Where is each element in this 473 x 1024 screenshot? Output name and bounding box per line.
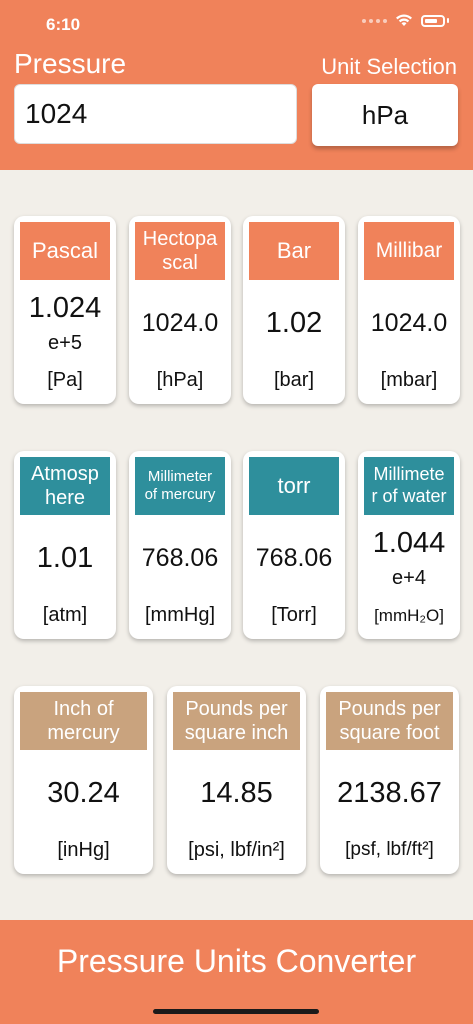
wifi-icon <box>396 14 412 26</box>
card-mmh2o: Millimete r of water 1.044 e+4 [mmH₂O] <box>358 451 460 639</box>
card-unit: [atm] <box>42 604 88 626</box>
card-value: 1.044 <box>372 527 446 559</box>
card-value: 1024.0 <box>370 309 448 337</box>
card-unit: [bar] <box>273 369 315 391</box>
card-atmosphere: Atmosp here 1.01 [atm] <box>14 451 116 639</box>
unit-selection-button[interactable]: hPa <box>312 84 458 146</box>
card-value: 30.24 <box>47 777 120 809</box>
card-value: 1024.0 <box>141 309 219 337</box>
card-millibar: Millibar 1024.0 [mbar] <box>358 216 460 404</box>
unit-selection-label: Unit Selection <box>321 54 457 79</box>
card-unit: [Pa] <box>47 369 83 391</box>
pressure-input[interactable]: 1024 <box>14 84 297 144</box>
footer-title: Pressure Units Converter <box>56 943 417 979</box>
card-unit: [Torr] <box>271 604 317 626</box>
card-unit: [mmHg] <box>145 604 215 626</box>
card-psf: Pounds per square foot 2138.67 [psf, lbf… <box>320 686 459 874</box>
card-psi: Pounds per square inch 14.85 [psi, lbf/i… <box>167 686 306 874</box>
card-title: Hectopa scal <box>135 222 225 280</box>
card-mmhg: Millimeter of mercury 768.06 [mmHg] <box>129 451 231 639</box>
card-title: Millimete r of water <box>364 457 454 515</box>
card-title: Atmosp here <box>20 457 110 515</box>
card-unit: [hPa] <box>156 369 204 391</box>
card-value: 1.024 <box>28 292 102 324</box>
card-value: 14.85 <box>200 777 273 809</box>
status-time: 6:10 <box>46 15 81 34</box>
card-value: 768.06 <box>255 544 333 572</box>
card-unit: [psf, lbf/ft²] <box>345 839 434 860</box>
card-title: Bar <box>249 222 339 280</box>
card-torr: torr 768.06 [Torr] <box>243 451 345 639</box>
card-unit: [psi, lbf/in²] <box>188 839 285 861</box>
card-hectopascal: Hectopa scal 1024.0 [hPa] <box>129 216 231 404</box>
card-title: torr <box>249 457 339 515</box>
pressure-label: Pressure <box>14 48 127 79</box>
status-icons <box>362 14 449 27</box>
card-value: 768.06 <box>141 544 219 572</box>
card-exponent: e+4 <box>392 567 426 589</box>
card-exponent: e+5 <box>48 332 82 354</box>
card-pascal: Pascal 1.024 e+5 [Pa] <box>14 216 116 404</box>
home-indicator[interactable] <box>153 1009 319 1014</box>
card-inhg: Inch of mercury 30.24 [inHg] <box>14 686 153 874</box>
card-title: Pascal <box>20 222 110 280</box>
card-value: 2138.67 <box>337 777 442 809</box>
card-value: 1.01 <box>36 542 94 574</box>
card-value: 1.02 <box>265 307 323 339</box>
card-title: Millimeter of mercury <box>135 457 225 515</box>
card-unit: [mbar] <box>380 369 438 391</box>
card-title: Pounds per square foot <box>326 692 453 750</box>
card-title: Millibar <box>364 222 454 280</box>
battery-icon <box>421 14 445 27</box>
card-title: Inch of mercury <box>20 692 147 750</box>
signal-icon <box>362 18 387 23</box>
card-unit: [mmH₂O] <box>374 606 444 625</box>
card-title: Pounds per square inch <box>173 692 300 750</box>
battery-tip <box>447 18 449 23</box>
card-bar: Bar 1.02 [bar] <box>243 216 345 404</box>
card-unit: [inHg] <box>57 839 110 861</box>
